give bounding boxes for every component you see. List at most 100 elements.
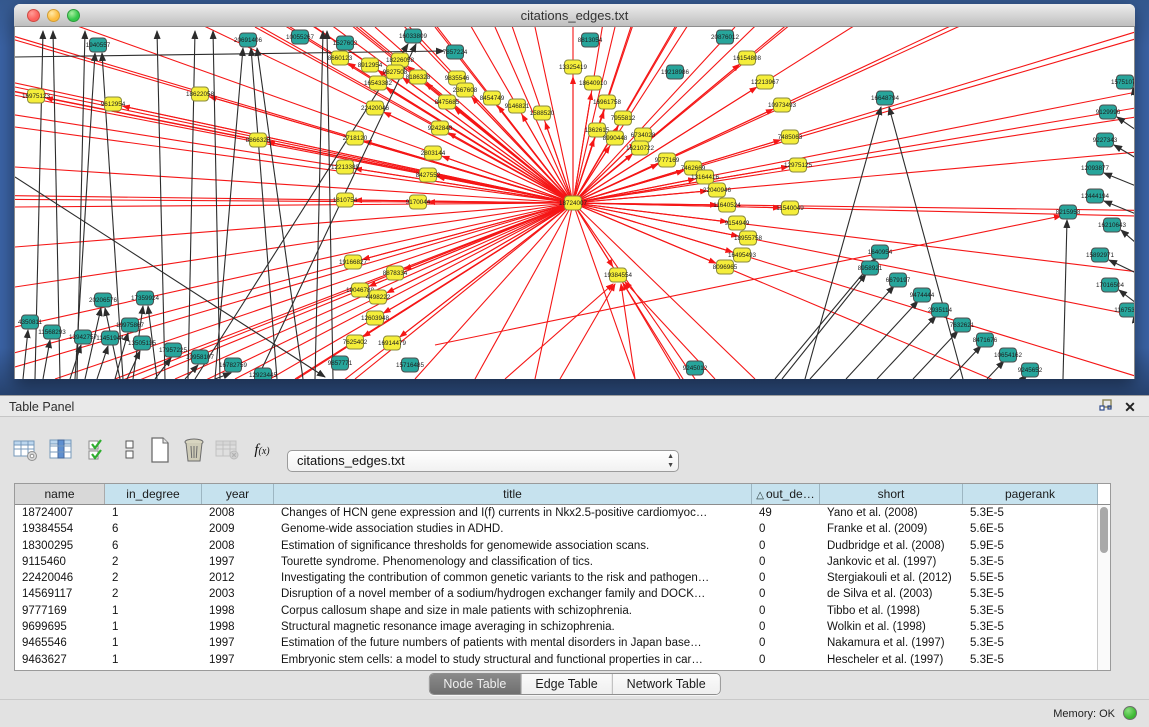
table-cell[interactable]: 19384554 xyxy=(15,521,105,537)
table-cell[interactable]: 5.3E-5 xyxy=(963,652,1098,668)
table-cell[interactable]: 0 xyxy=(752,570,820,586)
table-cell[interactable]: Investigating the contribution of common… xyxy=(274,570,752,586)
column-header-short[interactable]: short xyxy=(820,484,963,504)
table-cell[interactable]: 0 xyxy=(752,619,820,635)
scrollbar-thumb[interactable] xyxy=(1100,507,1108,553)
table-row[interactable]: 969969511998Structural magnetic resonanc… xyxy=(15,619,1110,635)
table-cell[interactable]: de Silva et al. (2003) xyxy=(820,586,963,602)
column-header-name[interactable]: name xyxy=(15,484,105,504)
table-cell[interactable]: 0 xyxy=(752,538,820,554)
table-cell[interactable]: 1 xyxy=(105,652,202,668)
select-rows-icon[interactable] xyxy=(84,436,112,464)
table-cell[interactable]: 1 xyxy=(105,505,202,521)
table-cell[interactable]: 2009 xyxy=(202,521,274,537)
tab-node-table[interactable]: Node Table xyxy=(429,674,521,694)
table-cell[interactable]: Changes of HCN gene expression and I(f) … xyxy=(274,505,752,521)
table-cell[interactable]: 2 xyxy=(105,570,202,586)
network-canvas[interactable]: 8660123891295418226058982750816543382818… xyxy=(14,27,1135,379)
new-table-icon[interactable] xyxy=(146,436,174,464)
table-cell[interactable]: 1997 xyxy=(202,554,274,570)
table-cell[interactable]: Tibbo et al. (1998) xyxy=(820,603,963,619)
table-row[interactable]: 1830029562008Estimation of significance … xyxy=(15,538,1110,554)
table-row[interactable]: 977716911998Corpus callosum shape and si… xyxy=(15,603,1110,619)
table-cell[interactable]: 2 xyxy=(105,586,202,602)
show-columns-icon[interactable] xyxy=(48,436,76,464)
table-cell[interactable]: Hescheler et al. (1997) xyxy=(820,652,963,668)
table-cell[interactable]: 9777169 xyxy=(15,603,105,619)
table-cell[interactable]: 1997 xyxy=(202,635,274,651)
table-row[interactable]: 946554611997Estimation of the future num… xyxy=(15,635,1110,651)
float-panel-icon[interactable] xyxy=(1097,399,1115,415)
table-source-dropdown[interactable]: citations_edges.txt ▲▼ xyxy=(287,450,679,472)
tab-edge-table[interactable]: Edge Table xyxy=(521,674,612,694)
table-cell[interactable]: 9465546 xyxy=(15,635,105,651)
column-header-out_de[interactable]: △out_de… xyxy=(752,484,820,504)
table-cell[interactable]: 9115460 xyxy=(15,554,105,570)
table-cell[interactable]: 5.3E-5 xyxy=(963,505,1098,521)
table-cell[interactable]: 2003 xyxy=(202,586,274,602)
table-header-row[interactable]: namein_degreeyeartitle△out_de…shortpager… xyxy=(15,484,1110,505)
table-cell[interactable]: 1997 xyxy=(202,652,274,668)
table-body[interactable]: 1872400712008Changes of HCN gene express… xyxy=(15,505,1110,668)
table-cell[interactable]: Wolkin et al. (1998) xyxy=(820,619,963,635)
table-cell[interactable]: 0 xyxy=(752,603,820,619)
table-cell[interactable]: 2012 xyxy=(202,570,274,586)
table-cell[interactable]: Structural magnetic resonance image aver… xyxy=(274,619,752,635)
table-row[interactable]: 2242004622012Investigating the contribut… xyxy=(15,570,1110,586)
table-cell[interactable]: 5.3E-5 xyxy=(963,554,1098,570)
table-cell[interactable]: 5.3E-5 xyxy=(963,603,1098,619)
table-panel-titlebar[interactable]: Table Panel ✕ xyxy=(0,395,1149,417)
table-cell[interactable]: 5.3E-5 xyxy=(963,635,1098,651)
table-cell[interactable]: Stergiakouli et al. (2012) xyxy=(820,570,963,586)
table-cell[interactable]: Tourette syndrome. Phenomenology and cla… xyxy=(274,554,752,570)
table-cell[interactable]: 14569117 xyxy=(15,586,105,602)
table-cell[interactable]: 49 xyxy=(752,505,820,521)
column-header-title[interactable]: title xyxy=(274,484,752,504)
table-row[interactable]: 1938455462009Genome-wide association stu… xyxy=(15,521,1110,537)
table-cell[interactable]: Nakamura et al. (1997) xyxy=(820,635,963,651)
table-cell[interactable]: 2 xyxy=(105,554,202,570)
column-header-year[interactable]: year xyxy=(202,484,274,504)
table-cell[interactable]: 18300295 xyxy=(15,538,105,554)
table-cell[interactable]: Dudbridge et al. (2008) xyxy=(820,538,963,554)
table-cell[interactable]: Yano et al. (2008) xyxy=(820,505,963,521)
table-cell[interactable]: Estimation of significance thresholds fo… xyxy=(274,538,752,554)
table-cell[interactable]: 9463627 xyxy=(15,652,105,668)
row-height-icon[interactable] xyxy=(116,436,144,464)
table-cell[interactable]: 0 xyxy=(752,521,820,537)
vertical-scrollbar[interactable] xyxy=(1097,505,1110,670)
table-row[interactable]: 911546021997Tourette syndrome. Phenomeno… xyxy=(15,554,1110,570)
table-cell[interactable]: 0 xyxy=(752,652,820,668)
table-cell[interactable]: 0 xyxy=(752,635,820,651)
table-cell[interactable]: 6 xyxy=(105,521,202,537)
table-cell[interactable]: 1 xyxy=(105,619,202,635)
table-cell[interactable]: Embryonic stem cells: a model to study s… xyxy=(274,652,752,668)
table-cell[interactable]: Corpus callosum shape and size in male p… xyxy=(274,603,752,619)
table-cell[interactable]: Genome-wide association studies in ADHD. xyxy=(274,521,752,537)
close-panel-icon[interactable]: ✕ xyxy=(1121,399,1139,415)
table-row[interactable]: 1456911722003Disruption of a novel membe… xyxy=(15,586,1110,602)
function-builder-icon[interactable]: f(x) xyxy=(248,436,276,464)
table-cell[interactable]: Franke et al. (2009) xyxy=(820,521,963,537)
table-cell[interactable]: 0 xyxy=(752,586,820,602)
table-cell[interactable]: 9699695 xyxy=(15,619,105,635)
table-row[interactable]: 1872400712008Changes of HCN gene express… xyxy=(15,505,1110,521)
table-cell[interactable]: 6 xyxy=(105,538,202,554)
column-header-in_degree[interactable]: in_degree xyxy=(105,484,202,504)
table-settings-icon[interactable] xyxy=(12,436,40,464)
table-cell[interactable]: 5.3E-5 xyxy=(963,586,1098,602)
table-cell[interactable]: 5.6E-5 xyxy=(963,521,1098,537)
memory-status-icon[interactable] xyxy=(1123,706,1137,720)
table-cell[interactable]: Jankovic et al. (1997) xyxy=(820,554,963,570)
table-cell[interactable]: 18724007 xyxy=(15,505,105,521)
table-cell[interactable]: 1998 xyxy=(202,603,274,619)
table-cell[interactable]: 22420046 xyxy=(15,570,105,586)
table-cell[interactable]: 5.9E-5 xyxy=(963,538,1098,554)
delete-rows-icon[interactable] xyxy=(180,436,208,464)
table-cell[interactable]: 5.3E-5 xyxy=(963,619,1098,635)
tab-network-table[interactable]: Network Table xyxy=(613,674,720,694)
table-cell[interactable]: 1998 xyxy=(202,619,274,635)
table-row[interactable]: 946362711997Embryonic stem cells: a mode… xyxy=(15,652,1110,668)
table-cell[interactable]: 5.5E-5 xyxy=(963,570,1098,586)
table-cell[interactable]: 2008 xyxy=(202,538,274,554)
